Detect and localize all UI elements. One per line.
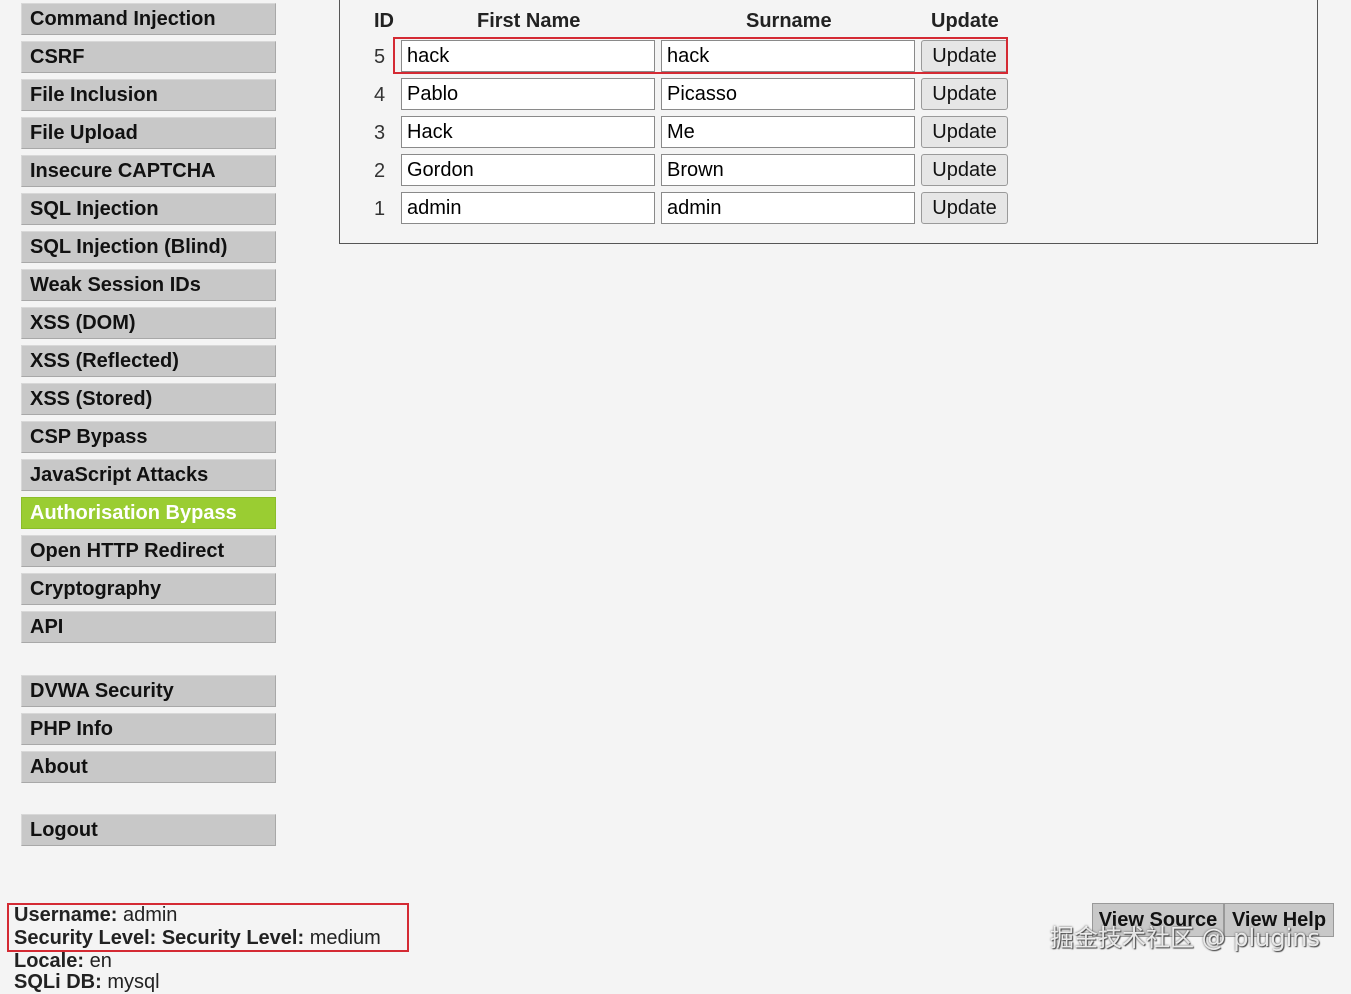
header-update: Update: [931, 10, 999, 32]
menu-item-about[interactable]: About: [21, 751, 276, 783]
sqli-db-value: mysql: [107, 971, 160, 993]
view-help-button[interactable]: View Help: [1224, 903, 1334, 937]
logout-menu: Logout: [21, 814, 276, 852]
row-id: 1: [374, 198, 386, 220]
table-row: 5 Update: [340, 40, 1317, 74]
locale-value: en: [89, 950, 112, 972]
menu-item-cryptography[interactable]: Cryptography: [21, 573, 276, 605]
menu-item-file-inclusion[interactable]: File Inclusion: [21, 79, 276, 111]
menu-item-command-injection[interactable]: Command Injection: [21, 3, 276, 35]
table-row: 4 Update: [340, 78, 1317, 112]
menu-item-authorisation-bypass[interactable]: Authorisation Bypass: [21, 497, 276, 529]
header-first-name: First Name: [477, 10, 581, 32]
user-table: ID First Name Surname Update 5 Update 4 …: [339, 0, 1318, 244]
security-level-value: medium: [309, 927, 381, 949]
first-name-field[interactable]: [401, 154, 655, 186]
logout-button[interactable]: Logout: [21, 814, 276, 846]
locale-label: Locale:: [14, 950, 85, 972]
update-button[interactable]: Update: [921, 154, 1008, 186]
menu-item-open-http-redirect[interactable]: Open HTTP Redirect: [21, 535, 276, 567]
update-button[interactable]: Update: [921, 116, 1008, 148]
security-level-info: Security Level: Security Level: medium: [14, 927, 381, 950]
sqli-db-info: SQLi DB: mysql: [14, 971, 160, 994]
username-label: Username:: [14, 904, 118, 926]
table-row: 1 Update: [340, 192, 1317, 226]
menu-item-sql-injection-blind[interactable]: SQL Injection (Blind): [21, 231, 276, 263]
menu-item-dvwa-security[interactable]: DVWA Security: [21, 675, 276, 707]
row-id: 3: [374, 122, 386, 144]
vuln-menu: Command Injection CSRF File Inclusion Fi…: [21, 3, 276, 649]
sqli-db-label: SQLi DB:: [14, 971, 102, 993]
locale-info: Locale: en: [14, 950, 112, 973]
update-button[interactable]: Update: [921, 78, 1008, 110]
header-surname: Surname: [746, 10, 832, 32]
username-value: admin: [122, 904, 178, 926]
surname-field[interactable]: [661, 192, 915, 224]
menu-item-api[interactable]: API: [21, 611, 276, 643]
menu-item-weak-session-ids[interactable]: Weak Session IDs: [21, 269, 276, 301]
first-name-field[interactable]: [401, 40, 655, 72]
surname-field[interactable]: [661, 154, 915, 186]
surname-field[interactable]: [661, 40, 915, 72]
row-id: 5: [374, 46, 386, 68]
first-name-field[interactable]: [401, 78, 655, 110]
menu-item-file-upload[interactable]: File Upload: [21, 117, 276, 149]
menu-item-xss-reflected[interactable]: XSS (Reflected): [21, 345, 276, 377]
menu-item-csrf[interactable]: CSRF: [21, 41, 276, 73]
menu-item-sql-injection[interactable]: SQL Injection: [21, 193, 276, 225]
config-menu: DVWA Security PHP Info About: [21, 675, 276, 789]
update-button[interactable]: Update: [921, 192, 1008, 224]
first-name-field[interactable]: [401, 192, 655, 224]
username-info: Username: admin: [14, 904, 177, 927]
surname-field[interactable]: [661, 78, 915, 110]
update-button[interactable]: Update: [921, 40, 1008, 72]
menu-item-xss-stored[interactable]: XSS (Stored): [21, 383, 276, 415]
header-id: ID: [374, 10, 394, 32]
menu-item-javascript-attacks[interactable]: JavaScript Attacks: [21, 459, 276, 491]
table-row: 2 Update: [340, 154, 1317, 188]
row-id: 2: [374, 160, 386, 182]
first-name-field[interactable]: [401, 116, 655, 148]
menu-item-csp-bypass[interactable]: CSP Bypass: [21, 421, 276, 453]
menu-item-xss-dom[interactable]: XSS (DOM): [21, 307, 276, 339]
row-id: 4: [374, 84, 386, 106]
view-source-button[interactable]: View Source: [1092, 903, 1224, 937]
menu-item-insecure-captcha[interactable]: Insecure CAPTCHA: [21, 155, 276, 187]
table-row: 3 Update: [340, 116, 1317, 150]
security-level-label: Security Level: Security Level:: [14, 927, 305, 949]
menu-item-php-info[interactable]: PHP Info: [21, 713, 276, 745]
surname-field[interactable]: [661, 116, 915, 148]
